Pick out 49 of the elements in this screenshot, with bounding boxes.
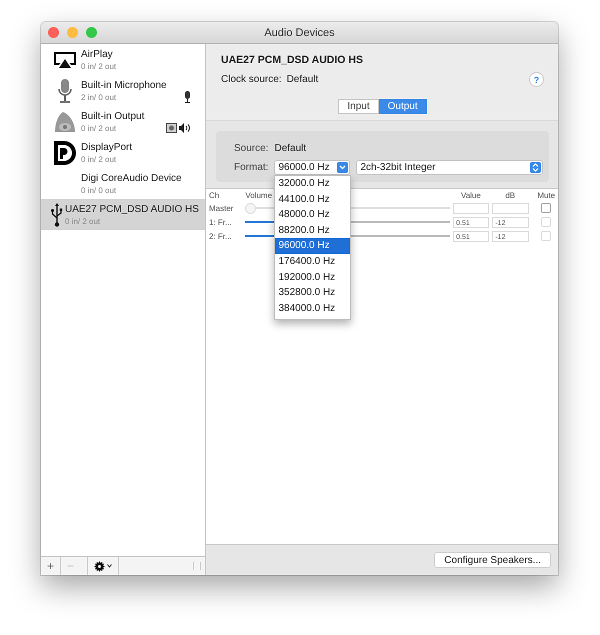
device-item[interactable]: Built-in Microphone 2 in/ 0 out — [41, 75, 205, 106]
tab[interactable]: Input — [338, 99, 379, 114]
device-channels: 0 in/ 2 out — [65, 216, 102, 226]
channel-name: 1: Fr... — [208, 218, 233, 226]
column-header: dB — [505, 191, 516, 200]
device-name: Built-in Microphone — [81, 80, 168, 90]
source-value: Default — [274, 143, 306, 154]
menu-item[interactable]: 176400.0 Hz — [275, 254, 350, 270]
help-button[interactable]: ? — [529, 72, 544, 87]
clock-source-label: Clock source: — [221, 74, 282, 85]
format-label: Format: — [234, 162, 268, 173]
device-name: Digi CoreAudio Device — [81, 172, 183, 184]
column-header: Value — [460, 191, 481, 200]
device-name: AirPlay — [81, 48, 114, 60]
device-item[interactable]: AirPlay 0 in/ 2 out — [41, 44, 205, 75]
channel-name: Master — [208, 204, 234, 212]
device-name: DisplayPort — [81, 142, 134, 152]
device-channels: 0 in/ 2 out — [81, 62, 118, 70]
device-item[interactable]: Digi CoreAudio Device 0 in/ 0 out — [41, 168, 205, 199]
device-channels: 0 in/ 0 out — [81, 186, 118, 194]
menu-item[interactable]: 48000.0 Hz — [275, 207, 350, 223]
device-name: UAE27 PCM_DSD AUDIO HS — [65, 204, 199, 214]
device-title: UAE27 PCM_DSD AUDIO HS — [221, 54, 364, 66]
device-channels: 0 in/ 2 out — [81, 124, 118, 132]
device-channels: 0 in/ 2 out — [81, 154, 118, 164]
clock-source-value: Default — [286, 74, 318, 85]
menu-item[interactable]: 32000.0 Hz — [275, 176, 350, 192]
menu-item[interactable]: 96000.0 Hz — [275, 238, 350, 254]
device-channels: 2 in/ 0 out — [81, 92, 118, 102]
device-name: Built-in Output — [81, 110, 146, 122]
tab[interactable]: Output — [378, 99, 427, 114]
device-item[interactable]: UAE27 PCM_DSD AUDIO HS 0 in/ 2 out — [41, 199, 205, 230]
menu-item[interactable]: 352800.0 Hz — [275, 285, 350, 301]
add-button[interactable]: + — [41, 557, 62, 575]
device-item[interactable]: DisplayPort 0 in/ 2 out — [41, 137, 205, 168]
channel-name: 2: Fr... — [208, 232, 233, 240]
menu-item[interactable]: 384000.0 Hz — [275, 300, 350, 316]
menu-item[interactable]: 192000.0 Hz — [275, 270, 350, 286]
window-title: Audio Devices — [264, 26, 335, 38]
column-header: Ch — [209, 191, 220, 200]
source-label: Source: — [234, 143, 268, 154]
menu-item[interactable]: 44100.0 Hz — [275, 192, 350, 208]
device-item[interactable]: Built-in Output 0 in/ 2 out — [41, 106, 205, 137]
channel-format-dropdown[interactable]: 2ch-32bit Integer — [356, 160, 544, 175]
sample-rate-dropdown[interactable]: 96000.0 Hz — [274, 160, 350, 175]
configure-speakers-button[interactable]: Configure Speakers... — [434, 552, 551, 568]
menu-item[interactable]: 88200.0 Hz — [275, 222, 350, 238]
column-header: Volume — [245, 191, 272, 200]
column-header: Mute — [537, 191, 556, 200]
